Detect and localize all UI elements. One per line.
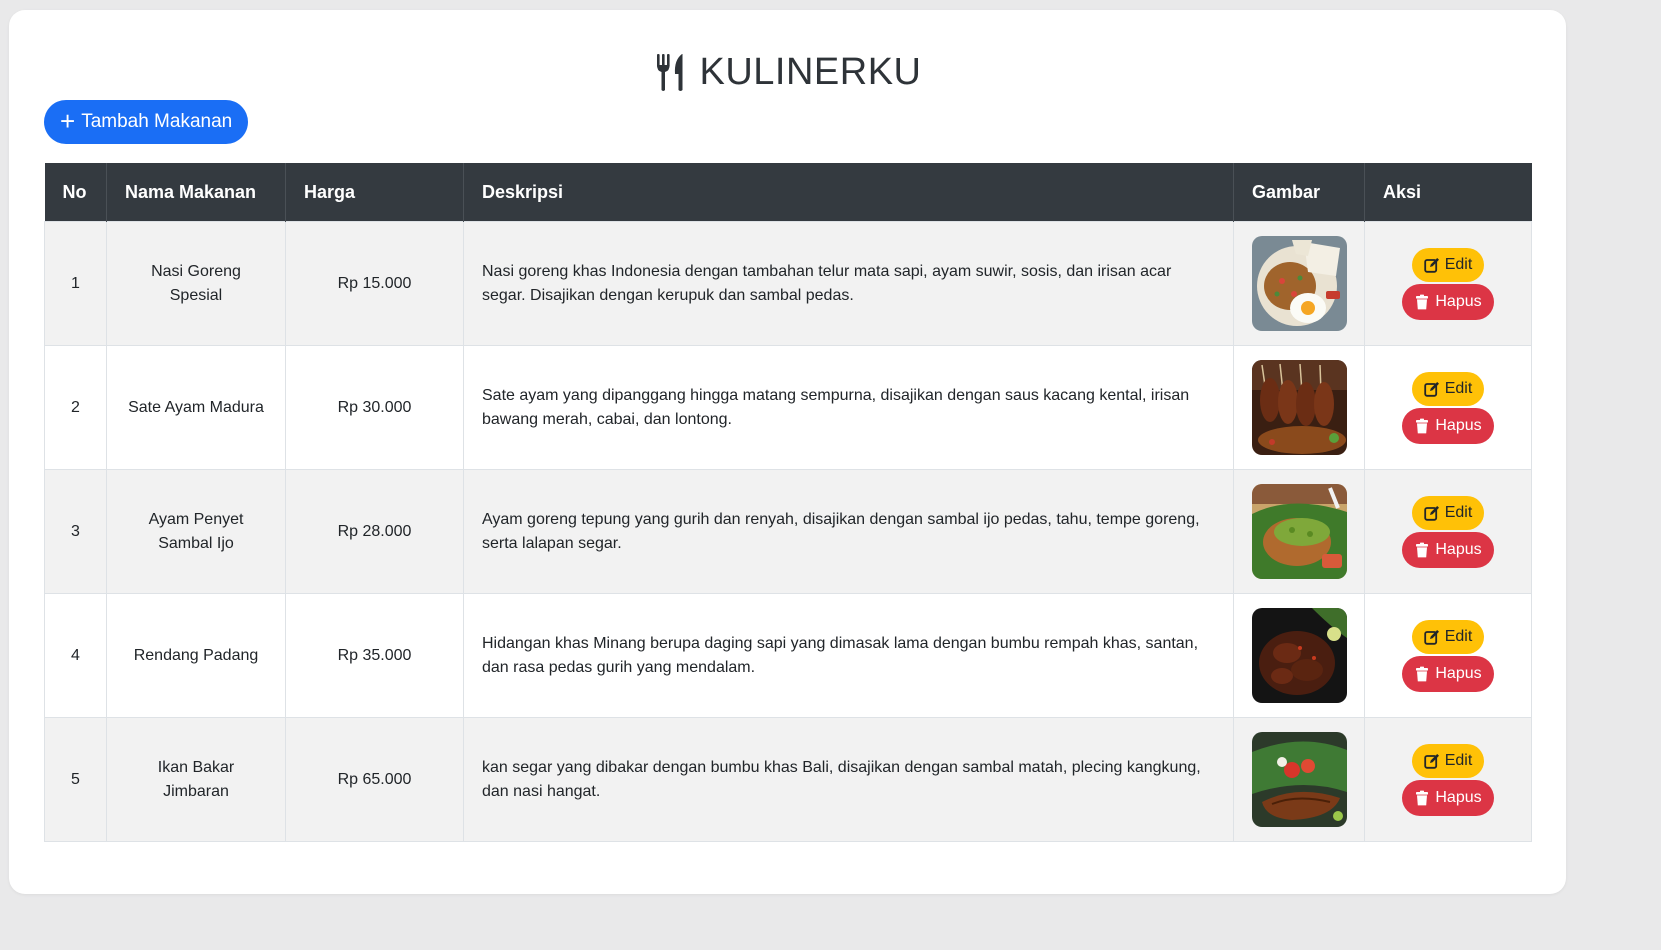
delete-label: Hapus	[1435, 416, 1482, 434]
table-row: 4 Rendang Padang Rp 35.000 Hidangan khas…	[44, 593, 1532, 718]
ayam-penyet-photo	[1252, 484, 1347, 579]
cell-image	[1233, 221, 1365, 346]
edit-button[interactable]: Edit	[1411, 495, 1485, 530]
ikan-bakar-photo	[1252, 732, 1347, 827]
delete-label: Hapus	[1435, 664, 1482, 682]
utensils-icon	[656, 54, 682, 91]
header-description: Deskripsi	[463, 163, 1234, 222]
header-image: Gambar	[1233, 163, 1365, 222]
cell-actions: Edit Hapus	[1364, 717, 1532, 842]
cell-no: 5	[44, 717, 107, 842]
header-actions: Aksi	[1364, 163, 1532, 222]
delete-button[interactable]: Hapus	[1402, 779, 1494, 816]
table-row: 3 Ayam Penyet Sambal Ijo Rp 28.000 Ayam …	[44, 469, 1532, 594]
cell-description: Ayam goreng tepung yang gurih dan renyah…	[463, 469, 1234, 594]
add-food-label: Tambah Makanan	[81, 111, 233, 132]
cell-image	[1233, 345, 1365, 470]
edit-label: Edit	[1444, 379, 1473, 397]
edit-icon	[1424, 257, 1439, 273]
cell-name: Ayam Penyet Sambal Ijo	[106, 469, 286, 594]
cell-description: kan segar yang dibakar dengan bumbu khas…	[463, 717, 1234, 842]
add-food-button[interactable]: + Tambah Makanan	[44, 100, 249, 144]
table-body: 1 Nasi Goreng Spesial Rp 15.000 Nasi gor…	[44, 221, 1532, 842]
delete-label: Hapus	[1435, 292, 1482, 310]
delete-button[interactable]: Hapus	[1402, 531, 1494, 568]
edit-icon	[1424, 753, 1439, 769]
cell-price: Rp 35.000	[285, 593, 464, 718]
table-row: 2 Sate Ayam Madura Rp 30.000 Sate ayam y…	[44, 345, 1532, 470]
table-row: 1 Nasi Goreng Spesial Rp 15.000 Nasi gor…	[44, 221, 1532, 346]
delete-label: Hapus	[1435, 540, 1482, 558]
trash-icon	[1416, 542, 1429, 557]
cell-description: Hidangan khas Minang berupa daging sapi …	[463, 593, 1234, 718]
cell-image	[1233, 593, 1365, 718]
edit-icon	[1424, 629, 1439, 645]
header-no: No	[44, 163, 107, 222]
cell-image	[1233, 717, 1365, 842]
sate-ayam-photo	[1252, 360, 1347, 455]
edit-label: Edit	[1444, 255, 1473, 273]
nasi-goreng-photo	[1252, 236, 1347, 331]
cell-price: Rp 15.000	[285, 221, 464, 346]
food-table: No Nama Makanan Harga Deskripsi Gambar A…	[44, 163, 1532, 842]
trash-icon	[1416, 790, 1429, 805]
cell-name: Rendang Padang	[106, 593, 286, 718]
edit-icon	[1424, 381, 1439, 397]
edit-button[interactable]: Edit	[1411, 743, 1485, 778]
edit-button[interactable]: Edit	[1411, 371, 1485, 406]
cell-price: Rp 65.000	[285, 717, 464, 842]
cell-no: 2	[44, 345, 107, 470]
plus-icon: +	[60, 105, 76, 136]
cell-price: Rp 30.000	[285, 345, 464, 470]
edit-label: Edit	[1444, 503, 1473, 521]
cell-actions: Edit Hapus	[1364, 469, 1532, 594]
cell-name: Nasi Goreng Spesial	[106, 221, 286, 346]
cell-actions: Edit Hapus	[1364, 345, 1532, 470]
cell-actions: Edit Hapus	[1364, 593, 1532, 718]
trash-icon	[1416, 294, 1429, 309]
edit-icon	[1424, 505, 1439, 521]
edit-label: Edit	[1444, 751, 1473, 769]
trash-icon	[1416, 418, 1429, 433]
cell-name: Ikan Bakar Jimbaran	[106, 717, 286, 842]
cell-name: Sate Ayam Madura	[106, 345, 286, 470]
cell-price: Rp 28.000	[285, 469, 464, 594]
delete-label: Hapus	[1435, 788, 1482, 806]
cell-no: 3	[44, 469, 107, 594]
app-title: KULINERKU	[699, 51, 922, 93]
header-price: Harga	[285, 163, 464, 222]
cell-no: 4	[44, 593, 107, 718]
edit-button[interactable]: Edit	[1411, 619, 1485, 654]
edit-label: Edit	[1444, 627, 1473, 645]
page-title: KULINERKU	[9, 50, 1566, 94]
cell-description: Sate ayam yang dipanggang hingga matang …	[463, 345, 1234, 470]
delete-button[interactable]: Hapus	[1402, 655, 1494, 692]
cell-actions: Edit Hapus	[1364, 221, 1532, 346]
table-header: No Nama Makanan Harga Deskripsi Gambar A…	[44, 163, 1532, 222]
edit-button[interactable]: Edit	[1411, 247, 1485, 282]
header-name: Nama Makanan	[106, 163, 286, 222]
cell-description: Nasi goreng khas Indonesia dengan tambah…	[463, 221, 1234, 346]
delete-button[interactable]: Hapus	[1402, 407, 1494, 444]
cell-no: 1	[44, 221, 107, 346]
cell-image	[1233, 469, 1365, 594]
table-row: 5 Ikan Bakar Jimbaran Rp 65.000 kan sega…	[44, 717, 1532, 842]
delete-button[interactable]: Hapus	[1402, 283, 1494, 320]
main-card: KULINERKU + Tambah Makanan No Nama Makan…	[9, 10, 1566, 894]
trash-icon	[1416, 666, 1429, 681]
rendang-photo	[1252, 608, 1347, 703]
